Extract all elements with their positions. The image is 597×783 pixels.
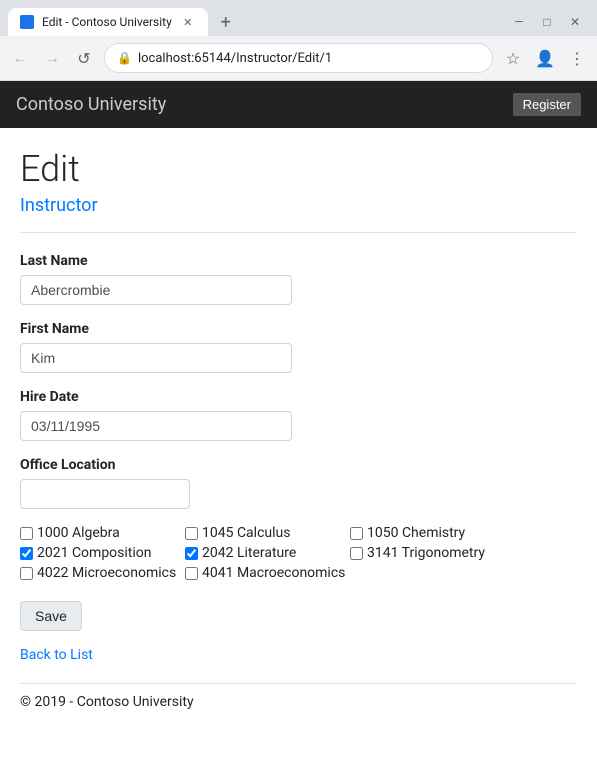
footer-copyright: © 2019 - Contoso University <box>20 694 577 726</box>
tab-favicon <box>20 15 34 29</box>
first-name-group: First Name <box>20 321 577 373</box>
course-item-2042: 2042 Literature <box>185 545 350 561</box>
courses-grid: 1000 Algebra 1045 Calculus 1050 Chemistr… <box>20 525 577 581</box>
address-bar-row: ← → ↺ 🔒 localhost:65144/Instructor/Edit/… <box>0 36 597 80</box>
course-label-3141: 3141 Trigonometry <box>367 545 485 561</box>
course-item-3141: 3141 Trigonometry <box>350 545 515 561</box>
course-label-2021: 2021 Composition <box>37 545 152 561</box>
bookmark-button[interactable]: ☆ <box>501 46 525 70</box>
hire-date-group: Hire Date <box>20 389 577 441</box>
course-label-4022: 4022 Microeconomics <box>37 565 176 581</box>
page-content: Edit Instructor Last Name First Name Hir… <box>0 128 597 746</box>
url-text: localhost:65144/Instructor/Edit/1 <box>138 51 480 66</box>
save-button[interactable]: Save <box>20 601 82 631</box>
page-heading: Edit <box>20 148 577 191</box>
active-tab[interactable]: Edit - Contoso University ✕ <box>8 8 208 36</box>
course-item-4041: 4041 Macroeconomics <box>185 565 350 581</box>
lock-icon: 🔒 <box>117 51 132 65</box>
course-item-4022: 4022 Microeconomics <box>20 565 185 581</box>
window-close-button[interactable]: ✕ <box>569 16 581 28</box>
section-divider <box>20 232 577 233</box>
app-header: Contoso University Register <box>0 81 597 128</box>
course-label-2042: 2042 Literature <box>202 545 296 561</box>
hire-date-input[interactable] <box>20 411 292 441</box>
course-item-empty <box>350 565 515 581</box>
back-to-list-link[interactable]: Back to List <box>20 647 577 663</box>
address-bar[interactable]: 🔒 localhost:65144/Instructor/Edit/1 <box>104 43 493 73</box>
tab-bar: Edit - Contoso University ✕ + — □ ✕ <box>0 0 597 36</box>
last-name-label: Last Name <box>20 253 577 269</box>
browser-chrome: Edit - Contoso University ✕ + — □ ✕ ← → … <box>0 0 597 81</box>
tab-title: Edit - Contoso University <box>42 15 172 29</box>
menu-button[interactable]: ⋮ <box>565 46 589 70</box>
first-name-label: First Name <box>20 321 577 337</box>
office-location-label: Office Location <box>20 457 577 473</box>
course-label-4041: 4041 Macroeconomics <box>202 565 345 581</box>
minimize-button[interactable]: — <box>513 16 525 28</box>
first-name-input[interactable] <box>20 343 292 373</box>
new-tab-button[interactable]: + <box>212 8 240 36</box>
back-button[interactable]: ← <box>8 46 32 70</box>
course-checkbox-1050[interactable] <box>350 527 363 540</box>
register-button[interactable]: Register <box>513 93 581 116</box>
course-checkbox-2021[interactable] <box>20 547 33 560</box>
hire-date-label: Hire Date <box>20 389 577 405</box>
course-item-1045: 1045 Calculus <box>185 525 350 541</box>
last-name-input[interactable] <box>20 275 292 305</box>
forward-button[interactable]: → <box>40 46 64 70</box>
course-item-1000: 1000 Algebra <box>20 525 185 541</box>
tab-close-button[interactable]: ✕ <box>180 14 196 30</box>
course-checkbox-1045[interactable] <box>185 527 198 540</box>
office-location-group: Office Location <box>20 457 577 509</box>
course-label-1050: 1050 Chemistry <box>367 525 465 541</box>
reload-button[interactable]: ↺ <box>72 46 96 70</box>
course-label-1045: 1045 Calculus <box>202 525 290 541</box>
course-label-1000: 1000 Algebra <box>37 525 120 541</box>
course-item-2021: 2021 Composition <box>20 545 185 561</box>
maximize-button[interactable]: □ <box>541 16 553 28</box>
course-checkbox-3141[interactable] <box>350 547 363 560</box>
last-name-group: Last Name <box>20 253 577 305</box>
app-header-title: Contoso University <box>16 94 166 115</box>
office-location-input[interactable] <box>20 479 190 509</box>
course-item-1050: 1050 Chemistry <box>350 525 515 541</box>
profile-button[interactable]: 👤 <box>533 46 557 70</box>
page-subheading: Instructor <box>20 195 577 216</box>
course-checkbox-2042[interactable] <box>185 547 198 560</box>
course-checkbox-4041[interactable] <box>185 567 198 580</box>
course-checkbox-4022[interactable] <box>20 567 33 580</box>
course-checkbox-1000[interactable] <box>20 527 33 540</box>
footer-divider <box>20 683 577 684</box>
window-controls: — □ ✕ <box>505 16 589 28</box>
